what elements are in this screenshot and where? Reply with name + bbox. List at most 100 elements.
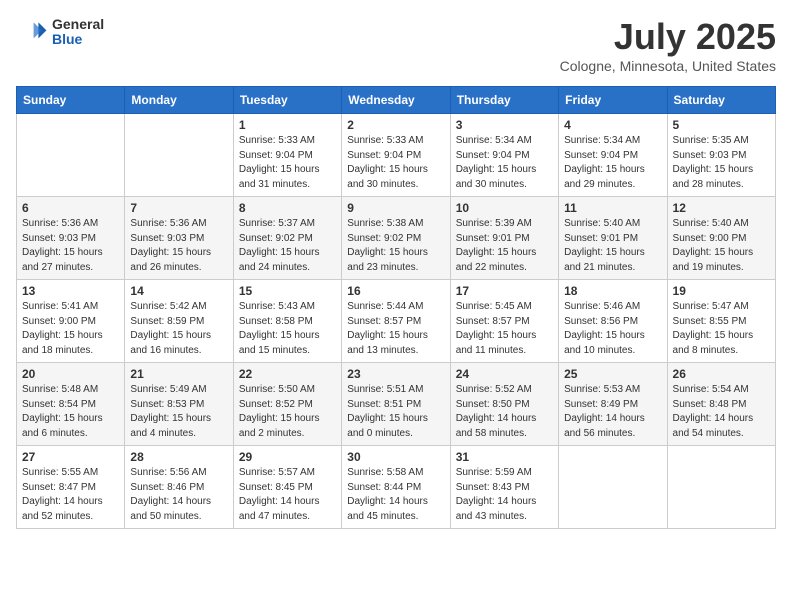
sunrise-text: Sunrise: 5:47 AM	[673, 301, 749, 312]
sunrise-text: Sunrise: 5:54 AM	[673, 384, 749, 395]
day-number: 11	[564, 201, 661, 215]
day-number: 10	[456, 201, 553, 215]
sunset-text: Sunset: 9:04 PM	[456, 150, 530, 161]
sunset-text: Sunset: 9:01 PM	[564, 233, 638, 244]
sunset-text: Sunset: 8:57 PM	[456, 316, 530, 327]
daylight-text: Daylight: 15 hours and 10 minutes.	[564, 330, 645, 356]
sunset-text: Sunset: 8:52 PM	[239, 399, 313, 410]
sunrise-text: Sunrise: 5:33 AM	[347, 135, 423, 146]
weekday-header: Sunday	[17, 87, 125, 114]
sunrise-text: Sunrise: 5:46 AM	[564, 301, 640, 312]
day-number: 7	[130, 201, 227, 215]
day-info: Sunrise: 5:39 AM Sunset: 9:01 PM Dayligh…	[456, 217, 553, 275]
sunset-text: Sunset: 8:43 PM	[456, 482, 530, 493]
day-number: 25	[564, 367, 661, 381]
calendar-day-cell: 11 Sunrise: 5:40 AM Sunset: 9:01 PM Dayl…	[559, 197, 667, 280]
daylight-text: Daylight: 15 hours and 13 minutes.	[347, 330, 428, 356]
weekday-header: Saturday	[667, 87, 775, 114]
calendar-day-cell: 22 Sunrise: 5:50 AM Sunset: 8:52 PM Dayl…	[233, 363, 341, 446]
calendar-day-cell	[125, 114, 233, 197]
day-info: Sunrise: 5:38 AM Sunset: 9:02 PM Dayligh…	[347, 217, 444, 275]
calendar-day-cell	[667, 446, 775, 529]
day-info: Sunrise: 5:58 AM Sunset: 8:44 PM Dayligh…	[347, 466, 444, 524]
sunset-text: Sunset: 8:56 PM	[564, 316, 638, 327]
daylight-text: Daylight: 15 hours and 21 minutes.	[564, 247, 645, 273]
day-number: 17	[456, 284, 553, 298]
sunset-text: Sunset: 9:03 PM	[673, 150, 747, 161]
sunset-text: Sunset: 9:04 PM	[564, 150, 638, 161]
sunrise-text: Sunrise: 5:43 AM	[239, 301, 315, 312]
sunset-text: Sunset: 8:45 PM	[239, 482, 313, 493]
sunset-text: Sunset: 9:03 PM	[130, 233, 204, 244]
calendar-day-cell: 8 Sunrise: 5:37 AM Sunset: 9:02 PM Dayli…	[233, 197, 341, 280]
day-number: 23	[347, 367, 444, 381]
daylight-text: Daylight: 15 hours and 8 minutes.	[673, 330, 754, 356]
sunrise-text: Sunrise: 5:58 AM	[347, 467, 423, 478]
day-info: Sunrise: 5:42 AM Sunset: 8:59 PM Dayligh…	[130, 300, 227, 358]
sunset-text: Sunset: 8:49 PM	[564, 399, 638, 410]
calendar-day-cell: 23 Sunrise: 5:51 AM Sunset: 8:51 PM Dayl…	[342, 363, 450, 446]
sunset-text: Sunset: 8:58 PM	[239, 316, 313, 327]
sunrise-text: Sunrise: 5:51 AM	[347, 384, 423, 395]
day-info: Sunrise: 5:47 AM Sunset: 8:55 PM Dayligh…	[673, 300, 770, 358]
day-number: 8	[239, 201, 336, 215]
day-info: Sunrise: 5:37 AM Sunset: 9:02 PM Dayligh…	[239, 217, 336, 275]
sunrise-text: Sunrise: 5:53 AM	[564, 384, 640, 395]
day-number: 19	[673, 284, 770, 298]
title-block: July 2025 Cologne, Minnesota, United Sta…	[560, 16, 776, 74]
day-info: Sunrise: 5:46 AM Sunset: 8:56 PM Dayligh…	[564, 300, 661, 358]
day-number: 6	[22, 201, 119, 215]
day-info: Sunrise: 5:52 AM Sunset: 8:50 PM Dayligh…	[456, 383, 553, 441]
calendar-day-cell: 20 Sunrise: 5:48 AM Sunset: 8:54 PM Dayl…	[17, 363, 125, 446]
calendar-day-cell: 5 Sunrise: 5:35 AM Sunset: 9:03 PM Dayli…	[667, 114, 775, 197]
calendar-day-cell	[17, 114, 125, 197]
calendar-day-cell: 27 Sunrise: 5:55 AM Sunset: 8:47 PM Dayl…	[17, 446, 125, 529]
logo-blue: Blue	[52, 32, 104, 47]
sunrise-text: Sunrise: 5:56 AM	[130, 467, 206, 478]
day-number: 3	[456, 118, 553, 132]
calendar-day-cell: 13 Sunrise: 5:41 AM Sunset: 9:00 PM Dayl…	[17, 280, 125, 363]
day-info: Sunrise: 5:34 AM Sunset: 9:04 PM Dayligh…	[456, 134, 553, 192]
day-info: Sunrise: 5:57 AM Sunset: 8:45 PM Dayligh…	[239, 466, 336, 524]
weekday-header: Wednesday	[342, 87, 450, 114]
daylight-text: Daylight: 15 hours and 24 minutes.	[239, 247, 320, 273]
sunset-text: Sunset: 9:04 PM	[239, 150, 313, 161]
daylight-text: Daylight: 15 hours and 23 minutes.	[347, 247, 428, 273]
weekday-header: Thursday	[450, 87, 558, 114]
calendar-day-cell: 15 Sunrise: 5:43 AM Sunset: 8:58 PM Dayl…	[233, 280, 341, 363]
day-info: Sunrise: 5:36 AM Sunset: 9:03 PM Dayligh…	[22, 217, 119, 275]
day-number: 31	[456, 450, 553, 464]
day-number: 14	[130, 284, 227, 298]
logo-general: General	[52, 17, 104, 32]
day-number: 27	[22, 450, 119, 464]
daylight-text: Daylight: 15 hours and 19 minutes.	[673, 247, 754, 273]
sunrise-text: Sunrise: 5:50 AM	[239, 384, 315, 395]
sunset-text: Sunset: 9:02 PM	[347, 233, 421, 244]
daylight-text: Daylight: 15 hours and 29 minutes.	[564, 164, 645, 190]
day-number: 13	[22, 284, 119, 298]
sunrise-text: Sunrise: 5:42 AM	[130, 301, 206, 312]
sunrise-text: Sunrise: 5:39 AM	[456, 218, 532, 229]
weekday-header: Tuesday	[233, 87, 341, 114]
day-info: Sunrise: 5:49 AM Sunset: 8:53 PM Dayligh…	[130, 383, 227, 441]
sunrise-text: Sunrise: 5:57 AM	[239, 467, 315, 478]
calendar-week-row: 20 Sunrise: 5:48 AM Sunset: 8:54 PM Dayl…	[17, 363, 776, 446]
calendar-day-cell: 16 Sunrise: 5:44 AM Sunset: 8:57 PM Dayl…	[342, 280, 450, 363]
day-info: Sunrise: 5:40 AM Sunset: 9:00 PM Dayligh…	[673, 217, 770, 275]
calendar-day-cell: 12 Sunrise: 5:40 AM Sunset: 9:00 PM Dayl…	[667, 197, 775, 280]
logo-text: General Blue	[52, 17, 104, 48]
sunrise-text: Sunrise: 5:40 AM	[564, 218, 640, 229]
daylight-text: Daylight: 14 hours and 52 minutes.	[22, 496, 103, 522]
sunrise-text: Sunrise: 5:34 AM	[564, 135, 640, 146]
sunrise-text: Sunrise: 5:37 AM	[239, 218, 315, 229]
page-subtitle: Cologne, Minnesota, United States	[560, 58, 776, 74]
logo-icon	[16, 16, 48, 48]
calendar-day-cell: 29 Sunrise: 5:57 AM Sunset: 8:45 PM Dayl…	[233, 446, 341, 529]
sunset-text: Sunset: 8:55 PM	[673, 316, 747, 327]
daylight-text: Daylight: 14 hours and 56 minutes.	[564, 413, 645, 439]
calendar-day-cell: 2 Sunrise: 5:33 AM Sunset: 9:04 PM Dayli…	[342, 114, 450, 197]
sunrise-text: Sunrise: 5:35 AM	[673, 135, 749, 146]
day-info: Sunrise: 5:50 AM Sunset: 8:52 PM Dayligh…	[239, 383, 336, 441]
calendar-day-cell: 26 Sunrise: 5:54 AM Sunset: 8:48 PM Dayl…	[667, 363, 775, 446]
day-info: Sunrise: 5:40 AM Sunset: 9:01 PM Dayligh…	[564, 217, 661, 275]
